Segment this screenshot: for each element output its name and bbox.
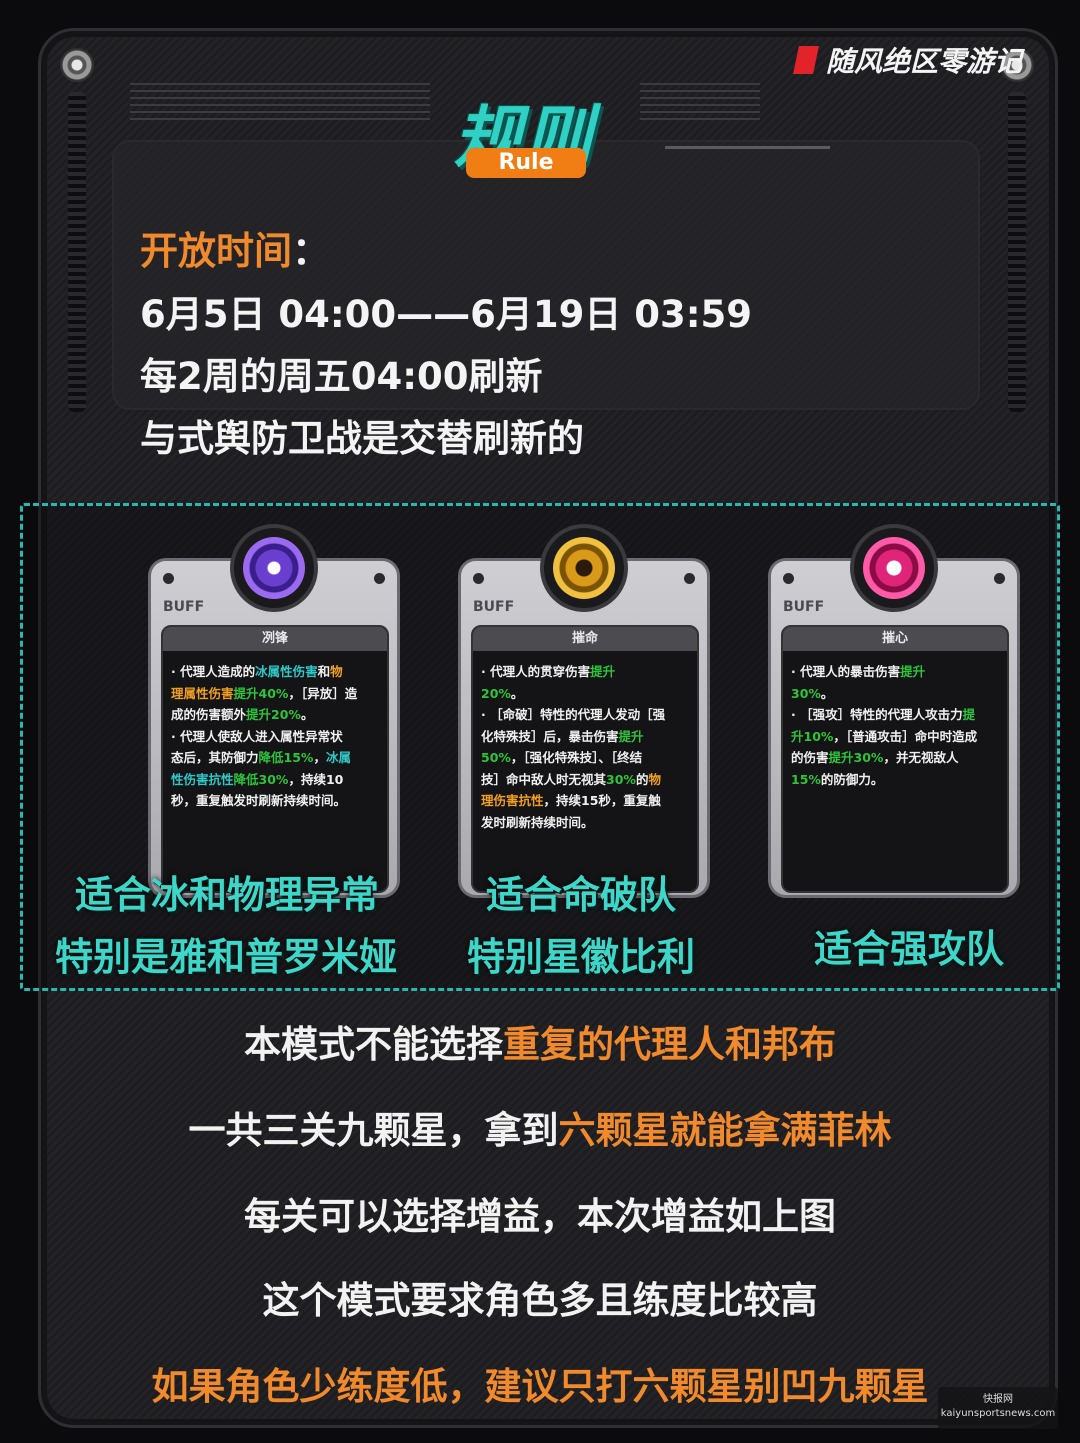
card-dot [473,573,484,584]
buff-description: · 代理人的暴击伤害提升 30%。 · ［强攻］特性的代理人攻击力提 升10%，… [783,651,1007,790]
buff-desc-line: 化特殊技］后，暴击伤害提升 [481,728,644,744]
buff-desc-line: 升10%，［普通攻击］命中时造成 [791,728,978,744]
screw-top-left [60,48,94,82]
buff-tag: BUFF [783,599,825,615]
page-title: 规则 Rule [448,82,618,182]
buff-desc-line: 的伤害提升30%，并无视敌人 [791,750,959,765]
card-dot [684,573,695,584]
card-dot [374,573,385,584]
buff-desc-line: 50%，［强化特殊技］、［终结 [481,750,643,765]
open-time-label-text: 开放时间 [140,229,293,273]
buff-desc-line: · ［强攻］特性的代理人攻击力提 [791,707,976,722]
rule-buff-select: 每关可以选择增益，本次增益如上图 [244,1195,836,1238]
card-dot [994,573,1005,584]
buff-desc-line: 20%。 [481,685,524,701]
panel-divider [665,146,830,149]
card-2-caption-1: 适合命破队 [485,873,676,917]
stripes-left [130,80,430,120]
buff-desc-line: 成的伤害额外提升20%。 [171,707,314,722]
buff-desc-line: · 代理人造成的冰属性伤害和物 [171,664,343,679]
emblem-core [243,537,305,599]
alternation-note: 与式舆防卫战是交替刷新的 [140,417,584,460]
buff-desc-line: 理伤害抗性，持续15秒，重复触 [481,793,661,808]
buff-desc-line: 态后，其防御力降低15%，冰属 [171,750,351,765]
buff-desc-line: · 代理人的贯穿伤害提升 [481,664,616,679]
buff-name: 摧心 [783,627,1007,651]
rule-text: 一共三关九颗星，拿到 [188,1109,559,1152]
buff-desc-line: 30%。 [791,685,834,701]
watermark-line-2: kaiyunsportsnews.com [940,1408,1056,1419]
rule-no-duplicates: 本模式不能选择重复的代理人和邦布 [0,1014,1080,1068]
buff-name: 冽锋 [163,627,387,651]
card-3-caption-1: 适合强攻队 [813,927,1004,971]
rule-highlight: 六颗星就能拿满菲林 [558,1109,892,1152]
rule-text: 本模式不能选择 [244,1023,503,1066]
card-1-caption-2: 特别是雅和普罗米娅 [54,935,397,979]
buff-desc-line: 技］命中敌人时无视其30%的物 [481,771,661,787]
rule-stars: 一共三关九颗星，拿到六颗星就能拿满菲林 [0,1100,1080,1154]
buff-card-3: BUFF 摧心 · 代理人的暴击伤害提升 30%。 · ［强攻］特性的代理人攻击… [768,524,1020,938]
buff-description: · 代理人造成的冰属性伤害和物 理属性伤害提升40%，［异放］造 成的伤害额外提… [163,651,387,812]
card-dot [783,573,794,584]
card-inner: 摧命 · 代理人的贯穿伤害提升 20%。 · ［命破］特性的代理人发动［强 化特… [471,625,699,893]
rule-highlight: 重复的代理人和邦布 [503,1023,836,1066]
buff-emblem-icon [230,524,318,612]
card-dot [163,573,174,584]
buff-desc-line: 理属性伤害提升40%，［异放］造 [171,685,358,701]
buff-desc-line: 15%的防御力。 [791,771,884,787]
card-2-caption-2: 特别星徽比利 [466,935,695,979]
buff-desc-line: · ［命破］特性的代理人发动［强 [481,707,666,722]
rule-advice: 如果角色少练度低，建议只打六颗星别凹九颗星 [151,1365,929,1408]
grille-left [68,92,86,412]
open-time-range: 6月5日 04:00——6月19日 03:59 [140,293,753,336]
buff-tag: BUFF [163,599,205,615]
buff-desc-line: · 代理人使敌人进入属性异常状 [171,728,343,744]
buff-tag: BUFF [473,599,515,615]
open-time-label: 开放时间： [140,220,330,275]
buff-desc-line: 性伤害抗性降低30%，持续10 [171,771,344,787]
emblem-core [553,537,615,599]
stripes-right [640,80,760,120]
open-time-colon: ： [292,229,331,273]
card-1-caption-1: 适合冰和物理异常 [74,873,379,917]
card-inner: 摧心 · 代理人的暴击伤害提升 30%。 · ［强攻］特性的代理人攻击力提 升1… [781,625,1009,893]
flag-icon [793,46,819,74]
buff-description: · 代理人的贯穿伤害提升 20%。 · ［命破］特性的代理人发动［强 化特殊技］… [473,651,697,833]
buff-desc-line: · 代理人的暴击伤害提升 [791,664,926,679]
emblem-core [863,537,925,599]
buff-emblem-icon [540,524,628,612]
title-sub-badge: Rule [466,148,586,178]
rule-requirement: 这个模式要求角色多且练度比较高 [262,1279,818,1322]
buff-desc-line: 发时刷新持续时间。 [481,814,594,830]
watermark-line-1: 快报网 [983,1394,1013,1405]
watermark: 快报网 kaiyunsportsnews.com [938,1387,1058,1429]
grille-right [1008,92,1026,412]
buff-name: 摧命 [473,627,697,651]
brand-logo: 随风绝区零游记 [793,40,1022,80]
card-inner: 冽锋 · 代理人造成的冰属性伤害和物 理属性伤害提升40%，［异放］造 成的伤害… [161,625,389,893]
refresh-schedule: 每2周的周五04:00刷新 [140,355,543,398]
buff-desc-line: 秒，重复触发时刷新持续时间。 [171,793,347,808]
buff-emblem-icon [850,524,938,612]
brand-name: 随风绝区零游记 [825,45,1022,78]
